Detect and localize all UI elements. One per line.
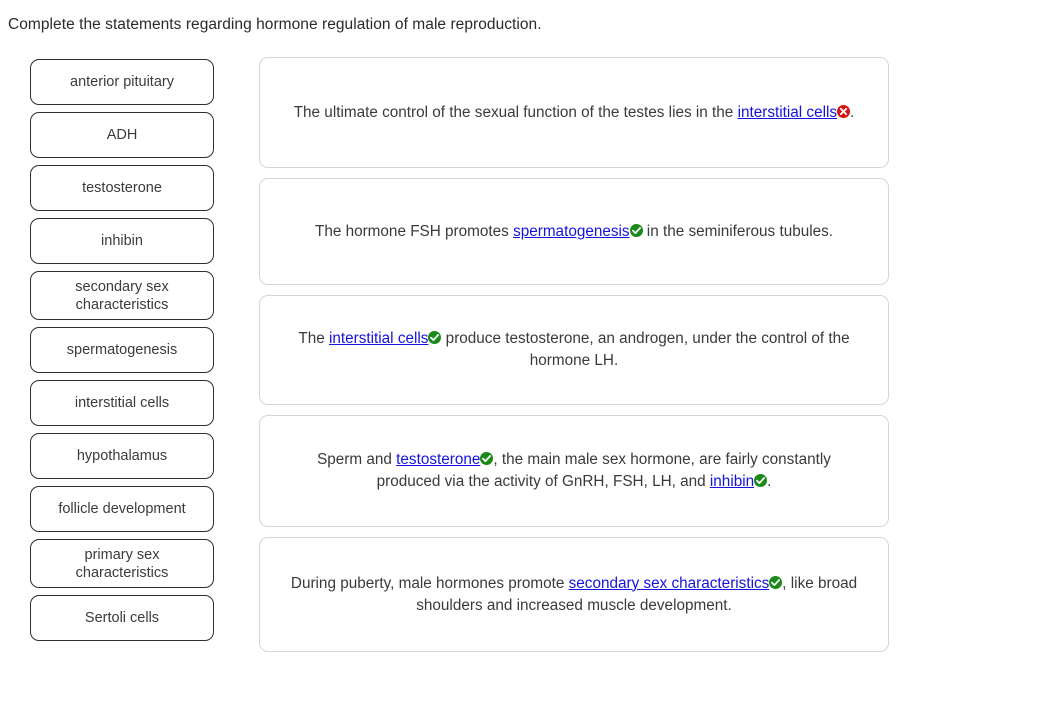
statement-text: The ultimate control of the sexual funct… [288,102,860,124]
statement-text: During puberty, male hormones promote se… [288,573,860,617]
statement-text: The interstitial cells produce testoster… [288,328,860,372]
word-bank-item[interactable]: primary sex characteristics [30,539,214,588]
word-bank-item[interactable]: spermatogenesis [30,327,214,373]
word-bank-item[interactable]: anterior pituitary [30,59,214,105]
statement-text: The hormone FSH promotes spermatogenesis… [288,221,860,243]
statement-card: The ultimate control of the sexual funct… [259,57,889,168]
word-bank-item-label: testosterone [82,180,162,196]
word-bank-item-label: ADH [106,127,138,143]
answer-blank[interactable]: spermatogenesis [513,223,630,240]
answer-blank[interactable]: interstitial cells [329,330,428,347]
word-bank-item-label: anterior pituitary [70,74,174,90]
red-x-circle-icon [837,104,851,118]
word-bank-item-label: spermatogenesis [66,342,178,358]
statement-static-text: The hormone FSH promotes [314,222,514,240]
word-bank-item-label: hypothalamus [76,448,168,464]
answer-blank[interactable]: interstitial cells [738,104,837,121]
statement-card: The interstitial cells produce testoster… [259,295,889,405]
page-title: Complete the statements regarding hormon… [8,16,542,33]
word-bank-item-label: secondary sex characteristics [75,278,169,313]
word-bank-item[interactable]: interstitial cells [30,380,214,426]
statement-static-text: . [767,473,772,490]
statement-static-text: During puberty, male hormones promote [290,574,569,592]
word-bank-item[interactable]: secondary sex characteristics [30,271,214,320]
statement-card: Sperm and testosterone, the main male se… [259,415,889,527]
answer-blank[interactable]: secondary sex characteristics [569,575,770,592]
statement-static-text: . [850,103,855,121]
green-check-circle-icon [629,223,643,237]
word-bank-item[interactable]: ADH [30,112,214,158]
answer-blank[interactable]: testosterone [396,451,480,468]
word-bank: anterior pituitary ADH testosterone inhibin… [30,59,214,641]
answer-blank[interactable]: inhibin [710,473,754,490]
word-bank-item-label: primary sex characteristics [75,546,169,581]
exercise-page: Complete the statements regarding hormon… [0,0,1046,724]
statement-card: During puberty, male hormones promote se… [259,537,889,652]
word-bank-item-label: follicle development [58,501,186,517]
green-check-circle-icon [480,452,494,465]
word-bank-item[interactable]: follicle development [30,486,214,532]
statement-static-text: The [298,330,329,347]
green-check-circle-icon [769,575,783,589]
statement-text: Sperm and testosterone, the main male se… [288,449,860,493]
statement-static-text: Sperm and [317,451,397,468]
word-bank-item[interactable]: Sertoli cells [30,595,214,641]
word-bank-item[interactable]: testosterone [30,165,214,211]
statement-list: The ultimate control of the sexual funct… [259,57,889,652]
word-bank-item-label: interstitial cells [74,395,170,411]
green-check-circle-icon [754,474,768,487]
statement-card: The hormone FSH promotes spermatogenesis… [259,178,889,285]
word-bank-item-label: inhibin [101,233,143,249]
statement-static-text: The ultimate control of the sexual funct… [293,103,738,121]
green-check-circle-icon [428,331,442,344]
word-bank-item[interactable]: inhibin [30,218,214,264]
word-bank-item-label: Sertoli cells [84,610,160,626]
statement-static-text: in the seminiferous tubules. [642,222,834,240]
statement-static-text: produce testosterone, an androgen, under… [441,330,850,369]
word-bank-item[interactable]: hypothalamus [30,433,214,479]
